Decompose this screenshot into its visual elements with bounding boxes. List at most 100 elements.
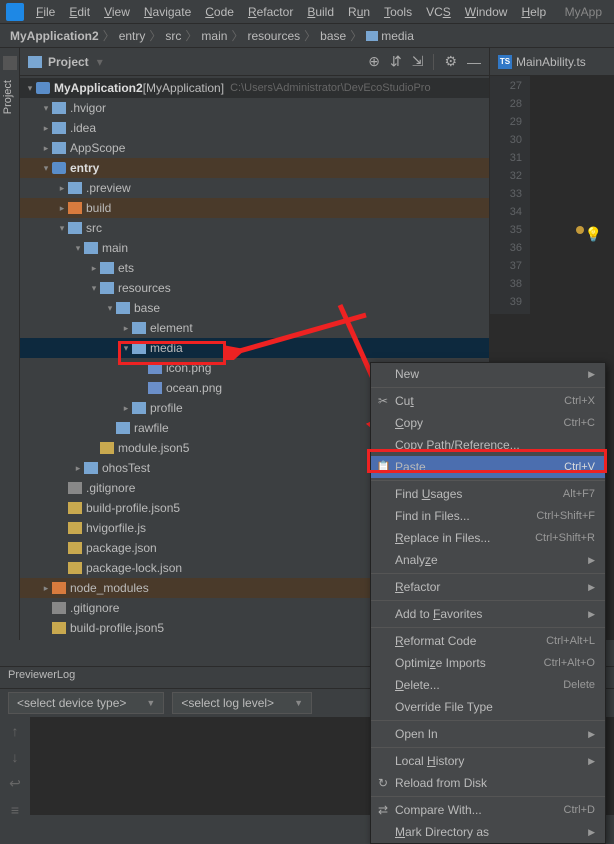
folder-icon xyxy=(52,122,66,134)
chevron-right-icon[interactable]: ▸ xyxy=(40,123,52,134)
tree-item[interactable]: ▾entry xyxy=(20,158,489,178)
tree-item[interactable]: ▸element xyxy=(20,318,489,338)
log-level-selector[interactable]: <select log level>▼ xyxy=(172,692,312,714)
menu-code[interactable]: Code xyxy=(199,3,240,21)
chevron-right-icon[interactable]: ▸ xyxy=(88,263,100,274)
line-number: 32 xyxy=(490,170,530,188)
chevron-right-icon: ▶ xyxy=(588,582,595,593)
chevron-down-icon[interactable]: ▾ xyxy=(88,283,100,294)
menu-item-new[interactable]: New▶ xyxy=(371,363,605,385)
breadcrumb-item[interactable]: base xyxy=(320,29,346,43)
tree-item[interactable]: ▸ets xyxy=(20,258,489,278)
chevron-right-icon[interactable]: ▸ xyxy=(40,143,52,154)
menu-item-mark-directory-as[interactable]: Mark Directory as▶ xyxy=(371,821,605,843)
menu-separator xyxy=(371,627,605,628)
filter-icon[interactable]: ≡ xyxy=(4,802,26,818)
chevron-down-icon[interactable]: ▾ xyxy=(97,55,103,69)
menu-item-replace-in-files-[interactable]: Replace in Files...Ctrl+Shift+R xyxy=(371,527,605,549)
menu-item-reformat-code[interactable]: Reformat CodeCtrl+Alt+L xyxy=(371,630,605,652)
menu-item-cut[interactable]: ✂CutCtrl+X xyxy=(371,390,605,412)
json-icon xyxy=(68,542,82,554)
line-number: 28 xyxy=(490,98,530,116)
breadcrumb-item[interactable]: entry xyxy=(119,29,146,43)
menu-help[interactable]: Help xyxy=(515,3,552,21)
breadcrumb-item[interactable]: resources xyxy=(247,29,300,43)
breadcrumb-item[interactable]: media xyxy=(366,29,414,43)
chevron-right-icon[interactable]: ▸ xyxy=(40,583,52,594)
panel-title[interactable]: Project xyxy=(48,55,89,69)
bulb-icon[interactable]: 💡 xyxy=(585,226,602,243)
tree-item[interactable]: ▸build xyxy=(20,198,489,218)
menu-run[interactable]: Run xyxy=(342,3,376,21)
menu-item-add-to-favorites[interactable]: Add to Favorites▶ xyxy=(371,603,605,625)
tree-item[interactable]: ▾base xyxy=(20,298,489,318)
menu-item-refactor[interactable]: Refactor▶ xyxy=(371,576,605,598)
chevron-down-icon[interactable]: ▾ xyxy=(56,223,68,234)
locate-icon[interactable]: ⊕ xyxy=(368,53,380,70)
chevron-right-icon[interactable]: ▸ xyxy=(120,323,132,334)
menu-tools[interactable]: Tools xyxy=(378,3,418,21)
chevron-right-icon[interactable]: ▸ xyxy=(120,403,132,414)
menu-item-label: Paste xyxy=(395,460,426,474)
chevron-right-icon[interactable]: ▸ xyxy=(56,203,68,214)
gear-icon[interactable]: ⚙ xyxy=(444,53,457,70)
tree-item[interactable]: ▾media xyxy=(20,338,489,358)
breadcrumb-item[interactable]: MyApplication2 xyxy=(10,29,99,43)
tree-item[interactable]: ▾main xyxy=(20,238,489,258)
menu-refactor[interactable]: Refactor xyxy=(242,3,299,21)
menu-item-copy[interactable]: CopyCtrl+C xyxy=(371,412,605,434)
chevron-down-icon[interactable]: ▾ xyxy=(120,343,132,354)
chevron-down-icon[interactable]: ▾ xyxy=(104,303,116,314)
menu-item-find-usages[interactable]: Find UsagesAlt+F7 xyxy=(371,483,605,505)
tree-item[interactable]: ▾resources xyxy=(20,278,489,298)
tree-item[interactable]: ▸.idea xyxy=(20,118,489,138)
collapse-icon[interactable]: ⇲ xyxy=(412,53,424,70)
menu-separator xyxy=(371,720,605,721)
chevron-down-icon[interactable]: ▾ xyxy=(40,103,52,114)
tree-root[interactable]: ▾MyApplication2 [MyApplication]C:\Users\… xyxy=(20,78,489,98)
project-tool-label[interactable]: Project xyxy=(0,74,16,120)
hide-icon[interactable]: — xyxy=(467,54,481,70)
menu-build[interactable]: Build xyxy=(301,3,340,21)
editor-tab-label: MainAbility.ts xyxy=(516,55,586,69)
expand-icon[interactable]: ⇵ xyxy=(390,53,402,70)
menu-item-local-history[interactable]: Local History▶ xyxy=(371,750,605,772)
menu-icon: ↻ xyxy=(376,776,390,790)
menu-file[interactable]: File xyxy=(30,3,61,21)
tree-item[interactable]: ▸AppScope xyxy=(20,138,489,158)
menu-vcs[interactable]: VCS xyxy=(420,3,457,21)
breadcrumb-item[interactable]: src xyxy=(165,29,181,43)
menu-item-delete-[interactable]: Delete...Delete xyxy=(371,674,605,696)
tree-item[interactable]: ▾src xyxy=(20,218,489,238)
menu-separator xyxy=(371,573,605,574)
wrap-icon[interactable]: ↩ xyxy=(4,775,26,792)
menu-item-override-file-type[interactable]: Override File Type xyxy=(371,696,605,718)
menu-item-compare-with-[interactable]: ⇄Compare With...Ctrl+D xyxy=(371,799,605,821)
menu-edit[interactable]: Edit xyxy=(63,3,96,21)
menu-item-optimize-imports[interactable]: Optimize ImportsCtrl+Alt+O xyxy=(371,652,605,674)
menu-item-open-in[interactable]: Open In▶ xyxy=(371,723,605,745)
menu-item-paste[interactable]: 📋PasteCtrl+V xyxy=(371,456,605,478)
project-tool-icon[interactable] xyxy=(3,56,17,70)
up-icon[interactable]: ↑ xyxy=(4,723,26,739)
tree-item[interactable]: ▾.hvigor xyxy=(20,98,489,118)
menu-item-analyze[interactable]: Analyze▶ xyxy=(371,549,605,571)
editor-tab[interactable]: TS MainAbility.ts xyxy=(490,48,614,76)
git-icon xyxy=(52,602,66,614)
menu-navigate[interactable]: Navigate xyxy=(138,3,197,21)
device-type-selector[interactable]: <select device type>▼ xyxy=(8,692,164,714)
tree-item[interactable]: ▸.preview xyxy=(20,178,489,198)
menu-item-copy-path-reference-[interactable]: Copy Path/Reference... xyxy=(371,434,605,456)
editor-content[interactable]: 💡 xyxy=(530,76,614,314)
menu-item-reload-from-disk[interactable]: ↻Reload from Disk xyxy=(371,772,605,794)
menu-item-label: Mark Directory as xyxy=(395,825,489,839)
breadcrumb-item[interactable]: main xyxy=(201,29,227,43)
down-icon[interactable]: ↓ xyxy=(4,749,26,765)
chevron-right-icon[interactable]: ▸ xyxy=(56,183,68,194)
chevron-down-icon[interactable]: ▾ xyxy=(72,243,84,254)
menu-item-find-in-files-[interactable]: Find in Files...Ctrl+Shift+F xyxy=(371,505,605,527)
chevron-down-icon[interactable]: ▾ xyxy=(40,163,52,174)
menu-window[interactable]: Window xyxy=(459,3,514,21)
menu-view[interactable]: View xyxy=(98,3,136,21)
chevron-right-icon[interactable]: ▸ xyxy=(72,463,84,474)
